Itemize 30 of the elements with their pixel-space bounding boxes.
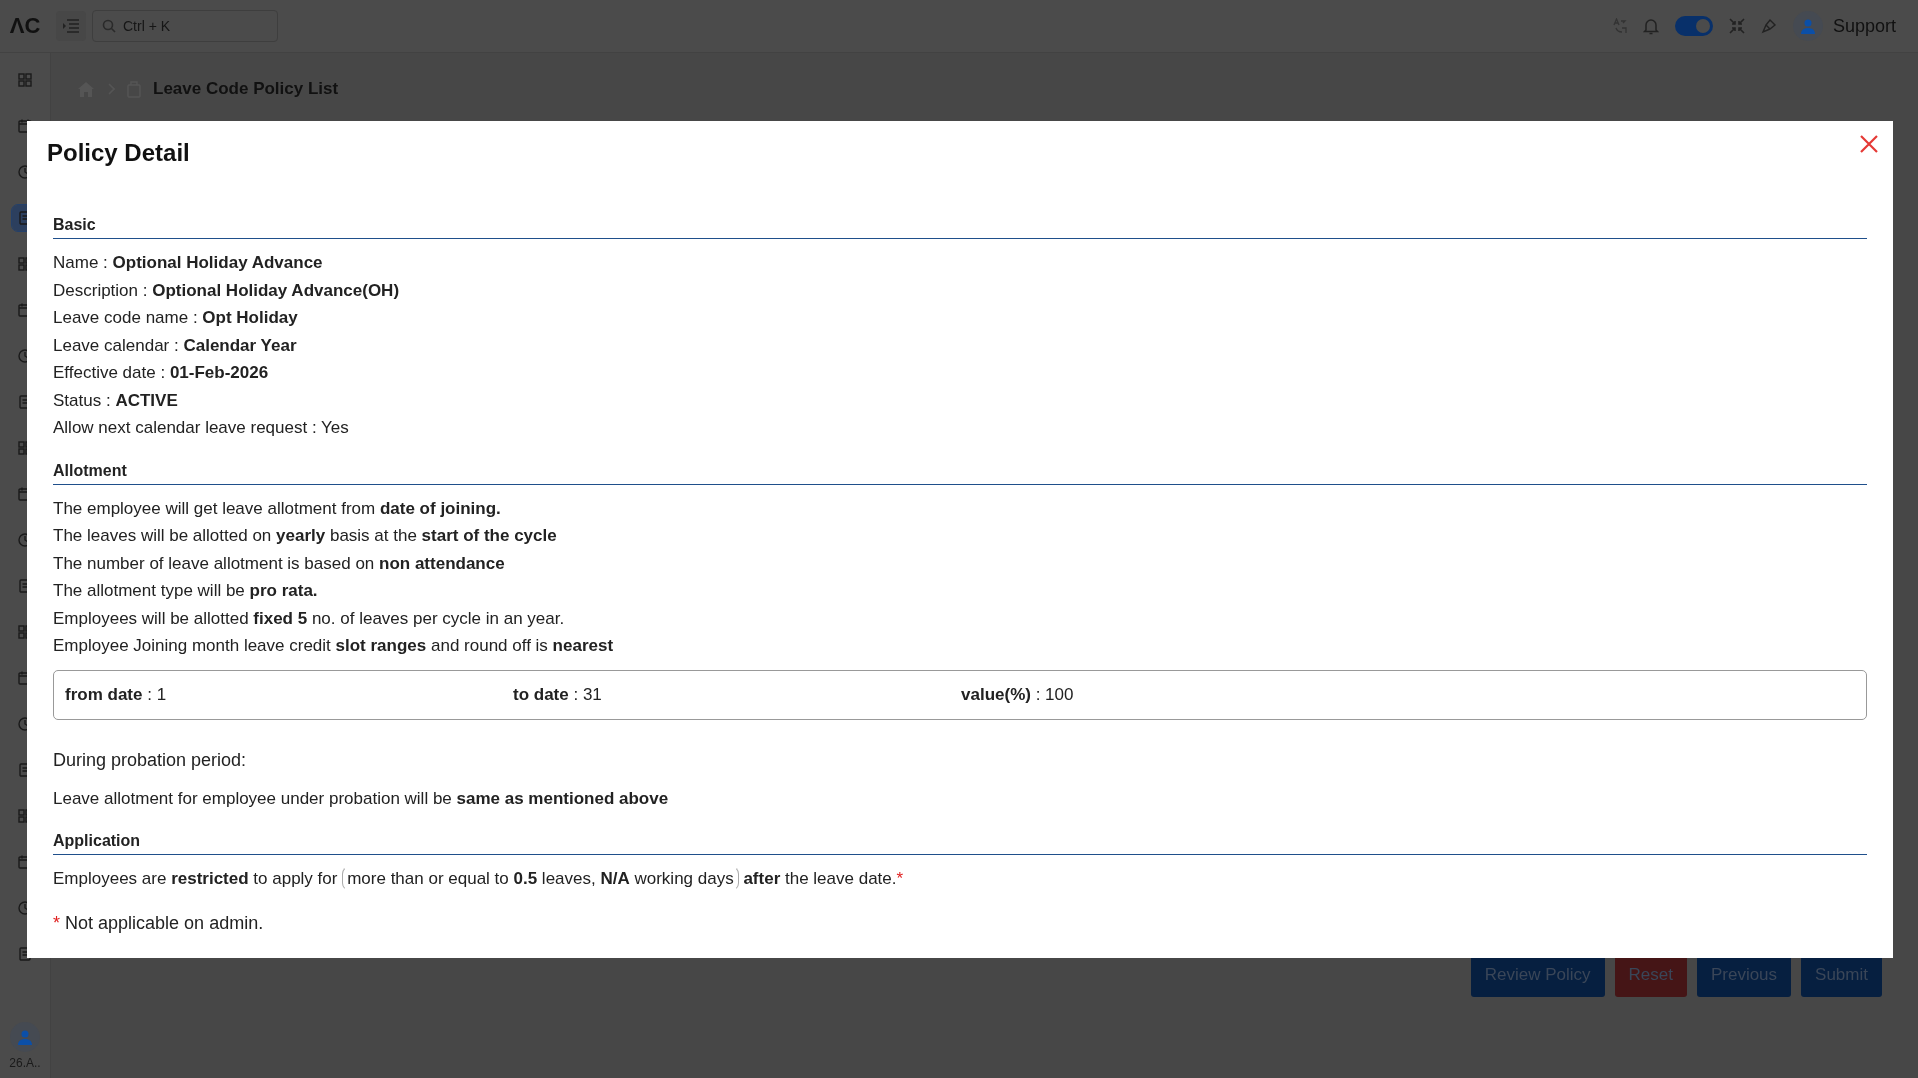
probation-title: During probation period: (53, 749, 248, 771)
detail-line: Name : Optional Holiday Advance (53, 252, 324, 274)
detail-line: Employees will be allotted fixed 5 no. of leaves per cycle in an year. (53, 607, 566, 630)
detail-line: Leave code name : Opt Holiday (53, 307, 299, 329)
logo: ΛC (8, 13, 42, 39)
slot-value: from date : 1 (65, 684, 168, 705)
detail-line: The allotment type will be pro rata. (53, 580, 319, 602)
menu-icon (62, 19, 80, 33)
modal-title: Policy Detail (47, 139, 191, 167)
detail-line: The number of leave allotment is based on non attendance (53, 552, 506, 575)
probation-text: Leave allotment for employee under probation will be same as mentioned above (53, 787, 670, 810)
section-heading: Basic (53, 216, 1867, 239)
detail-line: Leave calendar : Calendar Year (53, 334, 298, 357)
detail-line: Description : Optional Holiday Advance(OH) (53, 279, 401, 302)
detail-line: Status : ACTIVE (53, 389, 179, 412)
detail-line: Allow next calendar leave request : Yes (53, 417, 350, 439)
grid-icon (18, 73, 32, 87)
search-icon (102, 19, 116, 33)
slot-value: to date : 31 (513, 684, 603, 705)
detail-line: Effective date : 01-Feb-2026 (53, 362, 270, 384)
slot-value: value(%) : 100 (961, 684, 1075, 705)
application-rule: Employees are restricted to apply for more than or equal to 0.5 leaves, N/A working days after the leave date.* (53, 865, 1867, 893)
user-name[interactable]: Support (1832, 15, 1896, 37)
detail-line: The employee will get leave allotment from date of joining. (53, 497, 502, 520)
detail-line: The leaves will be allotted on yearly basis at the start of the cycle (53, 525, 558, 547)
detail-line: Employee Joining month leave credit slot ranges and round off is nearest (53, 635, 615, 657)
theme-toggle[interactable] (1674, 16, 1713, 36)
section-heading: Allotment (53, 461, 1867, 485)
footnote: * Not applicable on admin. (53, 912, 265, 934)
section-heading: Application (53, 832, 1867, 855)
